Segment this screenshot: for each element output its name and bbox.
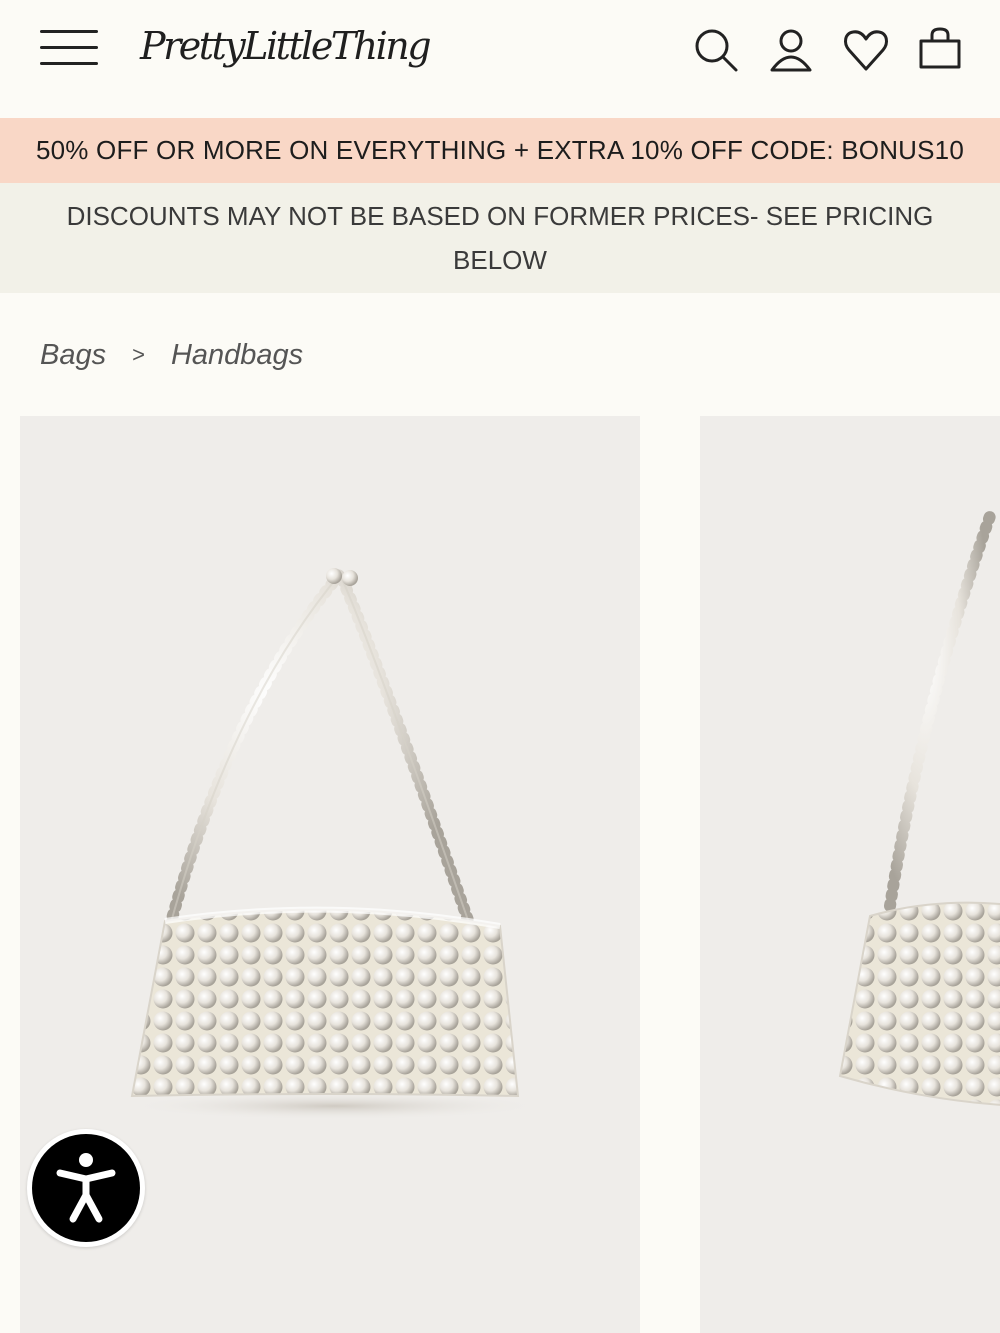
search-icon[interactable] xyxy=(692,24,740,76)
breadcrumb-item-handbags[interactable]: Handbags xyxy=(171,339,303,372)
pricing-notice: DISCOUNTS MAY NOT BE BASED ON FORMER PRI… xyxy=(0,183,1000,293)
breadcrumb-separator: > xyxy=(132,342,145,367)
site-header: PrettyLittleThing xyxy=(0,0,1000,118)
promo-banner[interactable]: 50% OFF OR MORE ON EVERYTHING + EXTRA 10… xyxy=(0,118,1000,183)
accessibility-button[interactable] xyxy=(27,1129,145,1247)
brand-logo[interactable]: PrettyLittleThing xyxy=(140,18,432,74)
heart-icon[interactable] xyxy=(842,24,890,76)
breadcrumb-item-bags[interactable]: Bags xyxy=(40,339,106,372)
promo-text: 50% OFF OR MORE ON EVERYTHING + EXTRA 10… xyxy=(35,135,965,165)
product-card[interactable] xyxy=(700,416,1000,1333)
accessibility-icon xyxy=(32,1134,140,1242)
product-image-pearl-bag xyxy=(838,510,1000,1106)
bag-icon[interactable] xyxy=(916,24,964,76)
breadcrumb: Bags > Handbags xyxy=(40,330,303,380)
pricing-notice-text: DISCOUNTS MAY NOT BE BASED ON FORMER PRI… xyxy=(66,201,934,275)
account-icon[interactable] xyxy=(767,24,815,76)
menu-icon[interactable] xyxy=(40,26,100,70)
page: PrettyLittleThing 50% OFF OR MORE ON EVE… xyxy=(0,0,1000,1333)
